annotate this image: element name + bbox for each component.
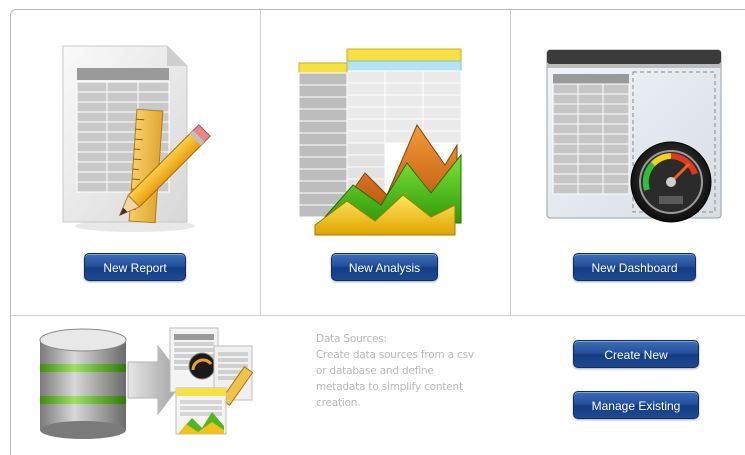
report-icon bbox=[55, 40, 215, 235]
description-line: creation. bbox=[316, 395, 496, 411]
create-new-button[interactable]: Create New bbox=[573, 340, 699, 368]
new-report-button[interactable]: New Report bbox=[84, 253, 186, 281]
data-sources-description: Data Sources: Create data sources from a… bbox=[316, 331, 496, 411]
manage-existing-button[interactable]: Manage Existing bbox=[573, 391, 699, 419]
description-line: or database and define bbox=[316, 363, 496, 379]
description-line: metadata to simplify content bbox=[316, 379, 496, 395]
data-sources-heading: Data Sources: bbox=[316, 331, 496, 347]
dashboard-icon bbox=[543, 46, 723, 236]
new-dashboard-button[interactable]: New Dashboard bbox=[573, 253, 696, 281]
description-line: Create data sources from a csv bbox=[316, 347, 496, 363]
divider bbox=[11, 315, 745, 316]
divider bbox=[260, 10, 261, 315]
divider bbox=[510, 10, 511, 315]
analysis-icon bbox=[295, 45, 470, 240]
new-analysis-button[interactable]: New Analysis bbox=[331, 253, 438, 281]
data-sources-icon bbox=[36, 326, 266, 440]
